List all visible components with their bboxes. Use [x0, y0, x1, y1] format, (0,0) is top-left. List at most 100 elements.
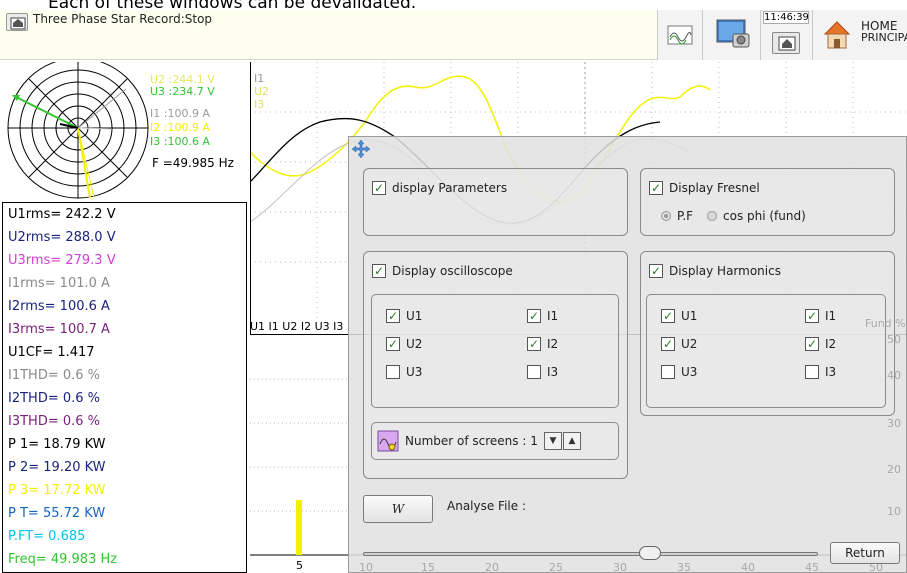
checkbox-icon: ✓	[386, 337, 400, 351]
harmonics-channel-strip[interactable]: U1 I1 U2 I2 U3 I3	[250, 320, 360, 334]
checkbox-icon: ✓	[372, 264, 386, 278]
harm-x-tick-25: 25	[549, 561, 563, 573]
hold-icon	[772, 32, 800, 54]
harm-x-tick-20: 20	[485, 561, 499, 573]
checkbox-icon: ✓	[527, 337, 541, 351]
move-icon[interactable]	[351, 139, 371, 159]
number-of-screens-group: Number of screens : 1 ▼ ▲	[371, 422, 619, 460]
radio-pf-dot	[661, 211, 671, 221]
screens-spinner: ▼ ▲	[544, 432, 581, 450]
harm-i1-label: I1	[825, 309, 837, 323]
radio-pf[interactable]: P.F	[661, 209, 693, 223]
meas-i2rms: I2rms= 100.6 A	[8, 299, 110, 314]
meas-i2thd: I2THD= 0.6 %	[8, 391, 101, 406]
harmonics-channels: ✓ U1 ✓ U2 U3 ✓ I1 ✓ I2 I3	[646, 294, 886, 408]
scope-label-i3: I3	[254, 98, 265, 111]
meas-p2: P 2= 19.20 KW	[8, 460, 106, 475]
clock-button[interactable]: 11:46:39	[760, 10, 812, 60]
meas-u1cf: U1CF= 1.417	[8, 345, 95, 360]
checkbox-icon	[805, 365, 819, 379]
radio-cosphi-label: cos phi (fund)	[723, 209, 806, 223]
checkbox-icon: ✓	[527, 309, 541, 323]
fresnel-u3-label: U3 :234.7 V	[150, 85, 215, 98]
checkbox-icon: ✓	[372, 181, 386, 195]
oscilloscope-group: ✓ Display oscilloscope ✓ U1 ✓ U2 U3 ✓ I1…	[363, 251, 628, 479]
harmonic-bar-rank-5	[296, 500, 302, 555]
number-of-screens-label: Number of screens : 1	[405, 434, 538, 448]
radio-pf-label: P.F	[677, 209, 694, 223]
harm-i3-checkbox[interactable]: I3	[805, 365, 836, 379]
fresnel-i2-label: I2 :100.9 A	[150, 121, 210, 134]
fresnel-i1-label: I1 :100.9 A	[150, 107, 210, 120]
osc-u3-checkbox[interactable]: U3	[386, 365, 422, 379]
waveform-button[interactable]	[657, 10, 702, 60]
return-button[interactable]: Return	[830, 542, 900, 564]
oscilloscope-channels: ✓ U1 ✓ U2 U3 ✓ I1 ✓ I2 I3	[371, 294, 619, 408]
harm-x-tick-10: 10	[359, 561, 373, 573]
harmonics-group: ✓ Display Harmonics ✓ U1 ✓ U2 U3 ✓ I1 ✓	[640, 251, 895, 416]
display-harmonics-label: Display Harmonics	[669, 264, 781, 278]
harm-i2-checkbox[interactable]: ✓ I2	[805, 337, 836, 351]
harm-i2-label: I2	[825, 337, 837, 351]
display-fresnel-checkbox[interactable]: ✓ Display Fresnel	[649, 181, 760, 195]
osc-i3-label: I3	[547, 365, 559, 379]
top-bar: Three Phase Star Record:Stop 11:46:39 HO…	[0, 10, 907, 60]
meas-pt: P T= 55.72 KW	[8, 506, 106, 521]
checkbox-icon: ✓	[805, 337, 819, 351]
checkbox-icon: ✓	[661, 337, 675, 351]
screenshot-button[interactable]	[702, 10, 760, 60]
scope-label-i1: I1	[254, 72, 265, 85]
harm-u1-label: U1	[681, 309, 698, 323]
fresnel-polar-plot	[7, 62, 149, 199]
screens-increment-button[interactable]: ▲	[563, 432, 581, 450]
meas-freq: Freq= 49.983 Hz	[8, 552, 118, 567]
fresnel-diagram[interactable]: U2 :244.1 V U3 :234.7 V I1 :100.9 A I2 :…	[0, 62, 250, 202]
harm-u2-checkbox[interactable]: ✓ U2	[661, 337, 697, 351]
display-harmonics-checkbox[interactable]: ✓ Display Harmonics	[649, 264, 781, 278]
screens-decrement-button[interactable]: ▼	[544, 432, 562, 450]
checkbox-icon: ✓	[805, 309, 819, 323]
app-home-icon[interactable]	[6, 13, 28, 31]
checkbox-icon	[661, 365, 675, 379]
harm-y-tick-50: 50	[887, 333, 901, 346]
scope-label-u2: U2	[254, 85, 270, 98]
parameters-group: ✓ display Parameters	[363, 168, 628, 236]
osc-u2-label: U2	[406, 337, 423, 351]
display-oscilloscope-label: Display oscilloscope	[392, 264, 513, 278]
radio-cosphi[interactable]: cos phi (fund)	[707, 209, 806, 223]
meas-i3rms: I3rms= 100.7 A	[8, 322, 110, 337]
osc-u1-checkbox[interactable]: ✓ U1	[386, 309, 422, 323]
osc-i3-checkbox[interactable]: I3	[527, 365, 558, 379]
checkbox-icon: ✓	[649, 181, 663, 195]
analyse-slider-track[interactable]	[363, 552, 818, 556]
checkbox-icon: ✓	[386, 309, 400, 323]
screens-icon	[377, 430, 399, 452]
display-settings-dialog: ✓ display Parameters ✓ Display Fresnel P…	[348, 136, 907, 573]
osc-i2-checkbox[interactable]: ✓ I2	[527, 337, 558, 351]
meas-u2rms: U2rms= 288.0 V	[8, 230, 116, 245]
fresnel-group: ✓ Display Fresnel P.F cos phi (fund)	[640, 168, 895, 236]
fresnel-i3-label: I3 :100.6 A	[150, 135, 210, 148]
analyse-file-button[interactable]: W	[363, 495, 433, 523]
harm-u1-checkbox[interactable]: ✓ U1	[661, 309, 697, 323]
fresnel-frequency: F =49.985 Hz	[152, 156, 234, 170]
harm-x-tick-40: 40	[741, 561, 755, 573]
harm-i1-checkbox[interactable]: ✓ I1	[805, 309, 836, 323]
harm-y-tick-30: 30	[887, 417, 901, 430]
record-status-title: Three Phase Star Record:Stop	[33, 12, 213, 26]
harm-axis-label: Fund %	[865, 317, 906, 330]
harm-u3-checkbox[interactable]: U3	[661, 365, 697, 379]
osc-i1-checkbox[interactable]: ✓ I1	[527, 309, 558, 323]
osc-i2-label: I2	[547, 337, 559, 351]
meas-p3: P 3= 17.72 KW	[8, 483, 106, 498]
home-principal-button[interactable]: HOME PRINCIPA	[812, 10, 907, 60]
display-parameters-checkbox[interactable]: ✓ display Parameters	[372, 181, 507, 195]
analyse-slider-knob[interactable]	[639, 546, 661, 560]
meas-p1: P 1= 18.79 KW	[8, 437, 106, 452]
osc-u1-label: U1	[406, 309, 423, 323]
display-parameters-label: display Parameters	[392, 181, 508, 195]
display-fresnel-label: Display Fresnel	[669, 181, 760, 195]
osc-u2-checkbox[interactable]: ✓ U2	[386, 337, 422, 351]
display-oscilloscope-checkbox[interactable]: ✓ Display oscilloscope	[372, 264, 513, 278]
measurements-panel[interactable]: U1rms= 242.2 V U2rms= 288.0 V U3rms= 279…	[2, 202, 247, 573]
